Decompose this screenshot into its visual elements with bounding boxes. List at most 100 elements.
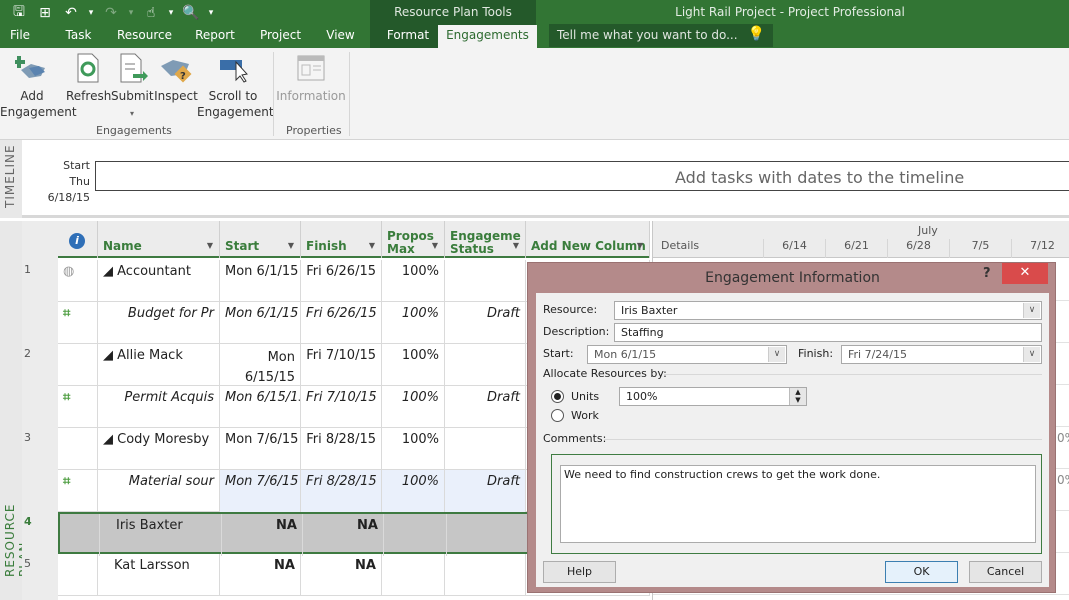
max-cell[interactable]: 100% xyxy=(382,428,445,470)
chevron-down-icon[interactable]: ∨ xyxy=(768,347,785,362)
indicator-cell[interactable]: ⌗ xyxy=(58,302,98,344)
publish-icon[interactable]: ⊞ xyxy=(34,5,56,21)
customize-qat-icon[interactable]: ▾ xyxy=(206,8,216,18)
status-cell[interactable] xyxy=(445,260,526,302)
column-header-engagement-status[interactable]: Engageme Status ▼ xyxy=(445,221,526,258)
max-cell[interactable]: 100% xyxy=(382,260,445,302)
finish-cell[interactable]: Fri 8/28/15 xyxy=(301,470,382,512)
close-button[interactable]: ✕ xyxy=(1002,263,1048,284)
status-cell[interactable]: Draft xyxy=(445,470,526,512)
save-icon[interactable]: 🖫 xyxy=(8,1,30,25)
status-cell[interactable] xyxy=(445,344,526,386)
name-cell[interactable]: ◢ Allie Mack xyxy=(98,344,220,386)
name-cell[interactable]: ◢ Cody Moresby xyxy=(98,428,220,470)
tab-resource[interactable]: Resource xyxy=(117,25,172,48)
column-header-start[interactable]: Start ▼ xyxy=(220,221,301,258)
tell-me-search[interactable]: Tell me what you want to do... 💡 xyxy=(549,24,773,47)
undo-dropdown-icon[interactable]: ▾ xyxy=(86,8,96,18)
spinner-icon[interactable]: ▲ ▼ xyxy=(789,388,806,405)
comments-textarea[interactable]: We need to find construction crews to ge… xyxy=(560,465,1036,543)
chevron-down-icon[interactable]: ∨ xyxy=(1023,303,1040,318)
row-number[interactable]: 4 xyxy=(24,515,32,528)
start-date-picker[interactable]: Mon 6/1/15 ∨ xyxy=(587,345,787,364)
units-radio[interactable] xyxy=(551,390,564,403)
finish-cell[interactable]: Fri 6/26/15 xyxy=(301,260,382,302)
finish-cell[interactable]: Fri 7/10/15 xyxy=(301,344,382,386)
add-engagement-button[interactable]: Add Engagement xyxy=(0,52,77,120)
row-number[interactable]: 2 xyxy=(24,347,31,360)
name-cell[interactable]: ◢ Accountant xyxy=(98,260,220,302)
chevron-down-icon[interactable]: ∨ xyxy=(1023,347,1040,362)
indicator-cell[interactable]: ◍ xyxy=(58,260,98,302)
tab-view[interactable]: View xyxy=(303,25,378,48)
column-header-name[interactable]: Name ▼ xyxy=(98,221,220,258)
indicator-cell[interactable] xyxy=(58,344,98,386)
filter-dropdown-icon[interactable]: ▼ xyxy=(513,239,519,252)
scroll-to-engagement-button[interactable]: Scroll to Engagement xyxy=(197,52,274,120)
filter-dropdown-icon[interactable]: ▼ xyxy=(432,239,438,252)
description-input[interactable]: Staffing xyxy=(614,323,1042,342)
name-cell[interactable]: Iris Baxter xyxy=(100,514,222,556)
undo-icon[interactable]: ↶ xyxy=(60,5,82,21)
filter-dropdown-icon[interactable]: ▼ xyxy=(288,239,294,252)
start-cell[interactable]: Mon 7/6/15 xyxy=(220,470,301,512)
tab-project[interactable]: Project xyxy=(258,25,303,48)
finish-cell[interactable]: NA xyxy=(303,514,384,556)
start-cell[interactable]: Mon 6/15/15 xyxy=(220,344,301,386)
start-cell[interactable]: NA xyxy=(220,554,301,596)
name-cell[interactable]: Budget for Pr xyxy=(98,302,220,344)
tab-report[interactable]: Report xyxy=(172,25,258,48)
name-cell[interactable]: Material sour xyxy=(98,470,220,512)
indicator-cell[interactable]: ⌗ xyxy=(58,386,98,428)
start-cell[interactable]: NA xyxy=(222,514,303,556)
max-cell[interactable]: 100% xyxy=(382,386,445,428)
column-header-indicators[interactable]: i xyxy=(58,221,98,258)
max-cell[interactable]: 100% xyxy=(382,344,445,386)
indicator-cell[interactable] xyxy=(58,428,98,470)
help-icon[interactable]: ? xyxy=(983,266,991,281)
status-cell[interactable] xyxy=(447,514,528,556)
tab-engagements[interactable]: Engagements xyxy=(438,25,537,48)
column-header-proposed-max[interactable]: Propos Max ▼ xyxy=(382,221,445,258)
filter-dropdown-icon[interactable]: ▼ xyxy=(207,239,213,252)
start-cell[interactable]: Mon 6/1/15 xyxy=(220,260,301,302)
row-number[interactable]: 5 xyxy=(24,557,31,570)
column-header-add-new[interactable]: Add New Column ▼ xyxy=(526,221,650,258)
help-button[interactable]: Help xyxy=(543,561,616,583)
finish-cell[interactable]: NA xyxy=(301,554,382,596)
touch-mode-icon[interactable]: ☝ xyxy=(140,5,162,21)
start-cell[interactable]: Mon 7/6/15 xyxy=(220,428,301,470)
indicator-cell[interactable] xyxy=(60,514,100,556)
max-cell[interactable] xyxy=(384,514,447,556)
max-cell[interactable] xyxy=(382,554,445,596)
tab-file[interactable]: File xyxy=(0,25,40,48)
row-number[interactable]: 1 xyxy=(24,263,31,276)
status-cell[interactable] xyxy=(445,428,526,470)
column-header-finish[interactable]: Finish ▼ xyxy=(301,221,382,258)
status-cell[interactable]: Draft xyxy=(445,386,526,428)
name-cell[interactable]: Permit Acquis xyxy=(98,386,220,428)
refresh-button[interactable]: Refresh xyxy=(66,52,111,104)
cancel-button[interactable]: Cancel xyxy=(969,561,1042,583)
indicator-cell[interactable]: ⌗ xyxy=(58,470,98,512)
resource-select[interactable]: Iris Baxter ∨ xyxy=(614,301,1042,320)
status-cell[interactable]: Draft xyxy=(445,302,526,344)
filter-dropdown-icon[interactable]: ▼ xyxy=(369,239,375,252)
touch-dropdown-icon[interactable]: ▾ xyxy=(166,8,176,18)
name-cell[interactable]: Kat Larsson xyxy=(98,554,220,596)
work-radio[interactable] xyxy=(551,409,564,422)
tab-format[interactable]: Format xyxy=(378,25,438,48)
finish-cell[interactable]: Fri 6/26/15 xyxy=(301,302,382,344)
inspect-button[interactable]: ? Inspect xyxy=(154,52,198,104)
indicator-cell[interactable] xyxy=(58,554,98,596)
units-input[interactable]: 100% ▲ ▼ xyxy=(619,387,807,406)
max-cell[interactable]: 100% xyxy=(382,302,445,344)
max-cell[interactable]: 100% xyxy=(382,470,445,512)
start-cell[interactable]: Mon 6/15/15 xyxy=(220,386,301,428)
finish-date-picker[interactable]: Fri 7/24/15 ∨ xyxy=(841,345,1042,364)
status-cell[interactable] xyxy=(445,554,526,596)
submit-button[interactable]: Submit ▾ xyxy=(111,52,154,122)
ok-button[interactable]: OK xyxy=(885,561,958,583)
tab-task[interactable]: Task xyxy=(40,25,117,48)
filter-dropdown-icon[interactable]: ▼ xyxy=(637,239,643,252)
